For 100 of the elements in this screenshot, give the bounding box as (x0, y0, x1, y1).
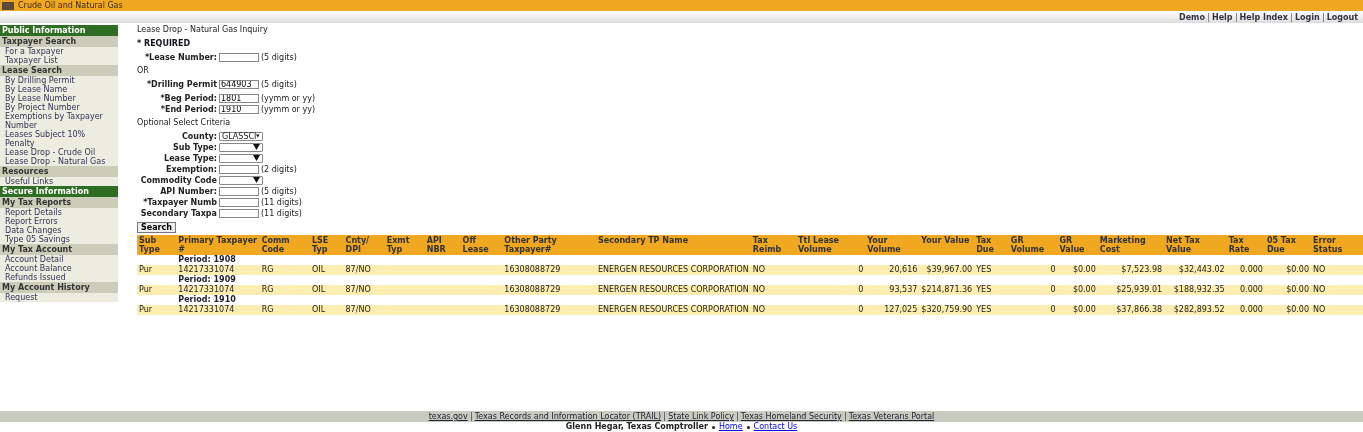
footer-link[interactable]: State Link Policy (664, 412, 737, 421)
table-cell: NO (1311, 305, 1363, 315)
footer-link[interactable]: Home (718, 422, 743, 432)
header-link[interactable]: Login (1290, 12, 1323, 22)
table-cell: $32,443.02 (1164, 265, 1227, 275)
dropdown[interactable] (219, 153, 263, 163)
sidebar-group: My Tax Reports (0, 197, 118, 208)
field-label: Commodity Code (139, 175, 217, 185)
sidebar-item[interactable]: Type 05 Savings (0, 235, 118, 244)
input-field[interactable]: 1910 (219, 104, 259, 114)
table-cell: 93,537 (865, 285, 920, 295)
table-cell: NO (750, 305, 797, 315)
field-hint: (5 digits) (261, 186, 297, 196)
field-hint: (yymm or yy) (261, 104, 316, 114)
table-cell: $0.00 (1057, 305, 1098, 315)
table-cell: 0 (796, 265, 866, 275)
column-header: Tax Due (974, 235, 1009, 255)
table-cell: $188,932.35 (1164, 285, 1227, 295)
table-cell: NO (750, 285, 797, 295)
header-link[interactable]: Help Index (1235, 12, 1291, 22)
input-field[interactable] (219, 186, 259, 196)
field-label: *End Period: (159, 104, 217, 114)
dropdown[interactable]: GLASSCI (219, 131, 263, 141)
sidebar-item[interactable]: Report Errors (0, 217, 118, 226)
period-label: Period: 1910 (176, 295, 1363, 305)
table-cell: $7,523.98 (1097, 265, 1165, 275)
column-header: Cnty/ DPI (343, 235, 385, 255)
page-title: Lease Drop - Natural Gas Inquiry (137, 25, 269, 34)
column-header: Marketing Cost (1097, 235, 1165, 255)
table-cell: OIL (310, 305, 344, 315)
dropdown[interactable] (219, 142, 263, 152)
input-field[interactable]: 1801 (219, 93, 259, 103)
column-header: Comm Code (259, 235, 310, 255)
sidebar-item[interactable]: By Drilling Permit (0, 76, 118, 85)
table-cell: $39,967.00 (919, 265, 975, 275)
header-link[interactable]: Help (1207, 12, 1236, 22)
table-cell: 20,616 (865, 265, 920, 275)
sidebar-item[interactable]: Report Details (0, 208, 118, 217)
input-field[interactable] (219, 164, 259, 174)
field-label: Secondary Taxpa (139, 208, 217, 218)
footer-link[interactable]: Texas Homeland Security (736, 412, 845, 421)
input-field[interactable] (219, 52, 259, 62)
table-cell: $282,893.52 (1164, 305, 1227, 315)
sidebar-item[interactable]: By Lease Number (0, 94, 118, 103)
sidebar-section: Public Information (0, 25, 118, 36)
table-cell: 0.000 (1226, 305, 1265, 315)
column-header: 05 Tax Due (1264, 235, 1312, 255)
sidebar-item[interactable]: Lease Drop - Crude Oil (0, 148, 118, 157)
field-label: Exemption: (164, 164, 217, 174)
table-cell: 16308088729 (502, 305, 596, 315)
field-label: *Beg Period: (159, 93, 217, 103)
sidebar-item[interactable]: Lease Drop - Natural Gas (0, 157, 118, 166)
footer-link[interactable]: texas.gov (425, 412, 471, 421)
table-cell: 87/NO (343, 305, 385, 315)
sidebar-item[interactable]: Account Balance (0, 264, 118, 273)
footer-link[interactable]: Contact Us (753, 422, 798, 432)
sidebar-item[interactable]: Taxpayer List (0, 56, 118, 65)
search-button[interactable]: Search (137, 222, 176, 233)
sidebar-item[interactable]: Leases Subject 10% Penalty (0, 130, 118, 148)
table-cell: 14217331074 (176, 285, 260, 295)
period-label: Period: 1908 (176, 255, 1363, 265)
field-label: Sub Type: (171, 142, 217, 152)
input-field[interactable] (219, 197, 259, 207)
column-header: GR Volume (1008, 235, 1058, 255)
column-header: Other Party Taxpayer# (502, 235, 596, 255)
table-cell: YES (974, 265, 1009, 275)
table-cell: $25,939.01 (1097, 285, 1165, 295)
sidebar-item[interactable]: Refunds Issued (0, 273, 118, 282)
field-hint: (11 digits) (261, 197, 302, 207)
input-field[interactable]: 644903 (219, 79, 259, 89)
footer-link[interactable]: Texas Veterans Portal (844, 412, 938, 421)
column-header: Exmt Typ (384, 235, 425, 255)
footer-link[interactable]: Texas Records and Information Locator (TRAIL) (470, 412, 665, 421)
table-cell: 0.000 (1226, 265, 1265, 275)
bullet-icon (746, 425, 750, 429)
column-header: Sub Type (137, 235, 177, 255)
table-cell: 16308088729 (502, 265, 596, 275)
column-header: Error Status (1311, 235, 1363, 255)
sidebar-item[interactable]: Account Detail (0, 255, 118, 264)
header-link[interactable]: Demo (1176, 12, 1208, 22)
sidebar-item[interactable]: Data Changes (0, 226, 118, 235)
sidebar-item[interactable]: For a Taxpayer (0, 47, 118, 56)
sidebar-item[interactable]: Request (0, 293, 118, 302)
column-header: Your Volume (865, 235, 920, 255)
table-cell: $0.00 (1057, 265, 1098, 275)
field-hint: (11 digits) (261, 208, 302, 218)
sidebar-item[interactable]: Exemptions by Taxpayer Number (0, 112, 118, 130)
column-header: Your Value (919, 235, 975, 255)
table-cell: NO (1311, 265, 1363, 275)
bullet-icon (711, 425, 715, 429)
sidebar-item[interactable]: Useful Links (0, 177, 118, 186)
table-cell: 87/NO (343, 265, 385, 275)
sidebar-item[interactable]: By Lease Name (0, 85, 118, 94)
logo-icon (2, 1, 14, 10)
caret-icon (253, 177, 260, 183)
dropdown[interactable] (219, 175, 263, 185)
sidebar-item[interactable]: By Project Number (0, 103, 118, 112)
input-field[interactable] (219, 208, 259, 218)
table-cell: RG (259, 305, 310, 315)
header-link[interactable]: Logout (1322, 12, 1361, 22)
